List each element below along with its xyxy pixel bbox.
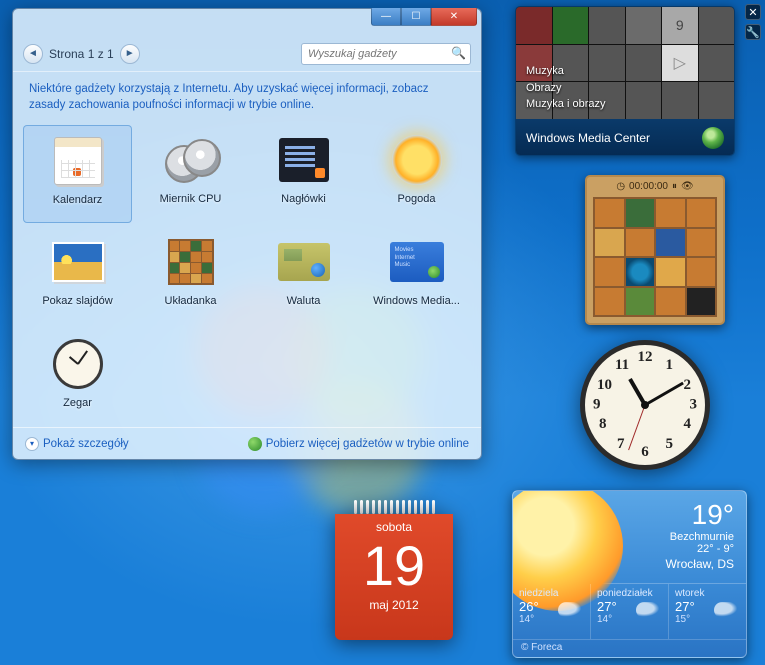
slideshow-icon bbox=[52, 242, 104, 282]
wmc-title: Windows Media Center bbox=[526, 131, 650, 145]
prev-page-button[interactable]: ◄ bbox=[23, 44, 43, 64]
weather-condition: Bezchmurnie bbox=[613, 531, 734, 543]
minute-hand bbox=[644, 382, 684, 407]
titlebar: — ☐ ✕ bbox=[13, 9, 481, 37]
next-page-button[interactable]: ► bbox=[120, 44, 140, 64]
calendar-gadget[interactable]: sobota 19 maj 2012 bbox=[335, 500, 453, 640]
forecast-day-1: poniedziałek 27° 14° bbox=[591, 584, 669, 639]
weather-location: Wrocław, DS bbox=[613, 557, 734, 571]
calendar-day: 19 bbox=[363, 538, 425, 594]
gadget-miernik-cpu[interactable]: Miernik CPU bbox=[136, 125, 245, 223]
cpu-meter-icon bbox=[165, 139, 217, 181]
weather-range: 22° - 9° bbox=[613, 543, 734, 555]
headlines-icon bbox=[279, 138, 329, 182]
cloud-icon bbox=[714, 602, 740, 618]
toolbar: ◄ Strona 1 z 1 ► 🔍 bbox=[13, 37, 481, 73]
gadget-windows-media[interactable]: MoviesInternetMusic Windows Media... bbox=[362, 227, 471, 325]
weather-forecast: niedziela 26° 14° poniedziałek 27° 14° w… bbox=[513, 583, 746, 639]
gadget-gallery-window: — ☐ ✕ ◄ Strona 1 z 1 ► 🔍 Niektóre gadżet… bbox=[12, 8, 482, 460]
gadget-pokaz-slajdow[interactable]: Pokaz slajdów bbox=[23, 227, 132, 325]
puzzle-timer-icon: ◷ bbox=[616, 181, 625, 192]
clock-icon bbox=[53, 339, 103, 389]
gadget-ukladanka[interactable]: Układanka bbox=[136, 227, 245, 325]
weather-sun-icon bbox=[513, 491, 613, 583]
windows-orb-icon bbox=[702, 127, 724, 149]
calendar-body: sobota 19 maj 2012 bbox=[335, 514, 453, 640]
clock-face: 12 1 2 3 4 5 6 7 8 9 10 11 bbox=[580, 340, 710, 470]
calendar-rings bbox=[335, 500, 453, 514]
puzzle-gadget[interactable]: ◷ 00:00:00 ⏸ 👁 bbox=[585, 175, 725, 325]
show-details-toggle[interactable]: ▾ Pokaż szczegóły bbox=[25, 437, 129, 451]
privacy-notice: Niektóre gadżety korzystają z Internetu.… bbox=[13, 72, 481, 117]
weather-credit: © Foreca bbox=[513, 639, 746, 658]
close-button[interactable]: ✕ bbox=[431, 8, 477, 26]
puzzle-hint-icon[interactable]: 👁 bbox=[681, 181, 694, 192]
gadget-waluta[interactable]: Waluta bbox=[249, 227, 358, 325]
puzzle-timer: 00:00:00 bbox=[629, 181, 668, 192]
sidebar-close-icon[interactable]: ✕ bbox=[745, 4, 761, 20]
wmc-icon: MoviesInternetMusic bbox=[390, 242, 444, 282]
cloud-icon bbox=[558, 602, 584, 618]
cloud-icon bbox=[636, 602, 662, 618]
puzzle-pause-icon[interactable]: ⏸ bbox=[672, 181, 677, 192]
wmc-category-labels: Muzyka Obrazy Muzyka i obrazy bbox=[526, 63, 605, 113]
chevron-down-icon: ▾ bbox=[25, 437, 39, 451]
weather-gadget[interactable]: 19° Bezchmurnie 22° - 9° Wrocław, DS nie… bbox=[512, 490, 747, 658]
weather-temp: 19° bbox=[613, 499, 734, 531]
calendar-weekday: sobota bbox=[376, 520, 412, 534]
get-more-gadgets-link[interactable]: Pobierz więcej gadżetów w trybie online bbox=[248, 437, 469, 451]
search-icon[interactable]: 🔍 bbox=[451, 46, 466, 60]
minimize-button[interactable]: — bbox=[371, 8, 401, 26]
search-input[interactable] bbox=[301, 43, 471, 65]
forecast-day-0: niedziela 26° 14° bbox=[513, 584, 591, 639]
wmc-gadget[interactable]: 9 ▷ Muzyka Obrazy Muzyka i obrazy Window… bbox=[515, 6, 735, 156]
puzzle-icon bbox=[168, 239, 214, 285]
gadget-grid: Kalendarz Miernik CPU Nagłówki Pogoda Po… bbox=[13, 117, 481, 427]
forecast-day-2: wtorek 27° 15° bbox=[669, 584, 746, 639]
puzzle-board[interactable] bbox=[593, 197, 717, 317]
sidebar-settings-icon[interactable]: 🔧 bbox=[745, 24, 761, 40]
gadget-kalendarz[interactable]: Kalendarz bbox=[23, 125, 132, 223]
weather-current: 19° Bezchmurnie 22° - 9° Wrocław, DS bbox=[613, 491, 746, 583]
gadget-naglowki[interactable]: Nagłówki bbox=[249, 125, 358, 223]
maximize-button[interactable]: ☐ bbox=[401, 8, 431, 26]
hour-hand bbox=[628, 378, 646, 406]
puzzle-toolbar: ◷ 00:00:00 ⏸ 👁 bbox=[587, 177, 723, 195]
privacy-link[interactable]: zasady zachowania poufności informacji w… bbox=[29, 99, 314, 111]
page-label: Strona 1 z 1 bbox=[49, 47, 114, 61]
calendar-icon bbox=[54, 137, 102, 185]
weather-icon bbox=[392, 135, 442, 185]
gallery-footer: ▾ Pokaż szczegóły Pobierz więcej gadżetó… bbox=[13, 427, 481, 459]
gadget-pogoda[interactable]: Pogoda bbox=[362, 125, 471, 223]
globe-icon bbox=[248, 437, 262, 451]
calendar-month-year: maj 2012 bbox=[369, 598, 418, 612]
gadget-zegar[interactable]: Zegar bbox=[23, 329, 132, 427]
wmc-footer: Windows Media Center bbox=[516, 119, 734, 156]
clock-gadget[interactable]: 12 1 2 3 4 5 6 7 8 9 10 11 bbox=[580, 340, 710, 470]
currency-icon bbox=[278, 243, 330, 281]
